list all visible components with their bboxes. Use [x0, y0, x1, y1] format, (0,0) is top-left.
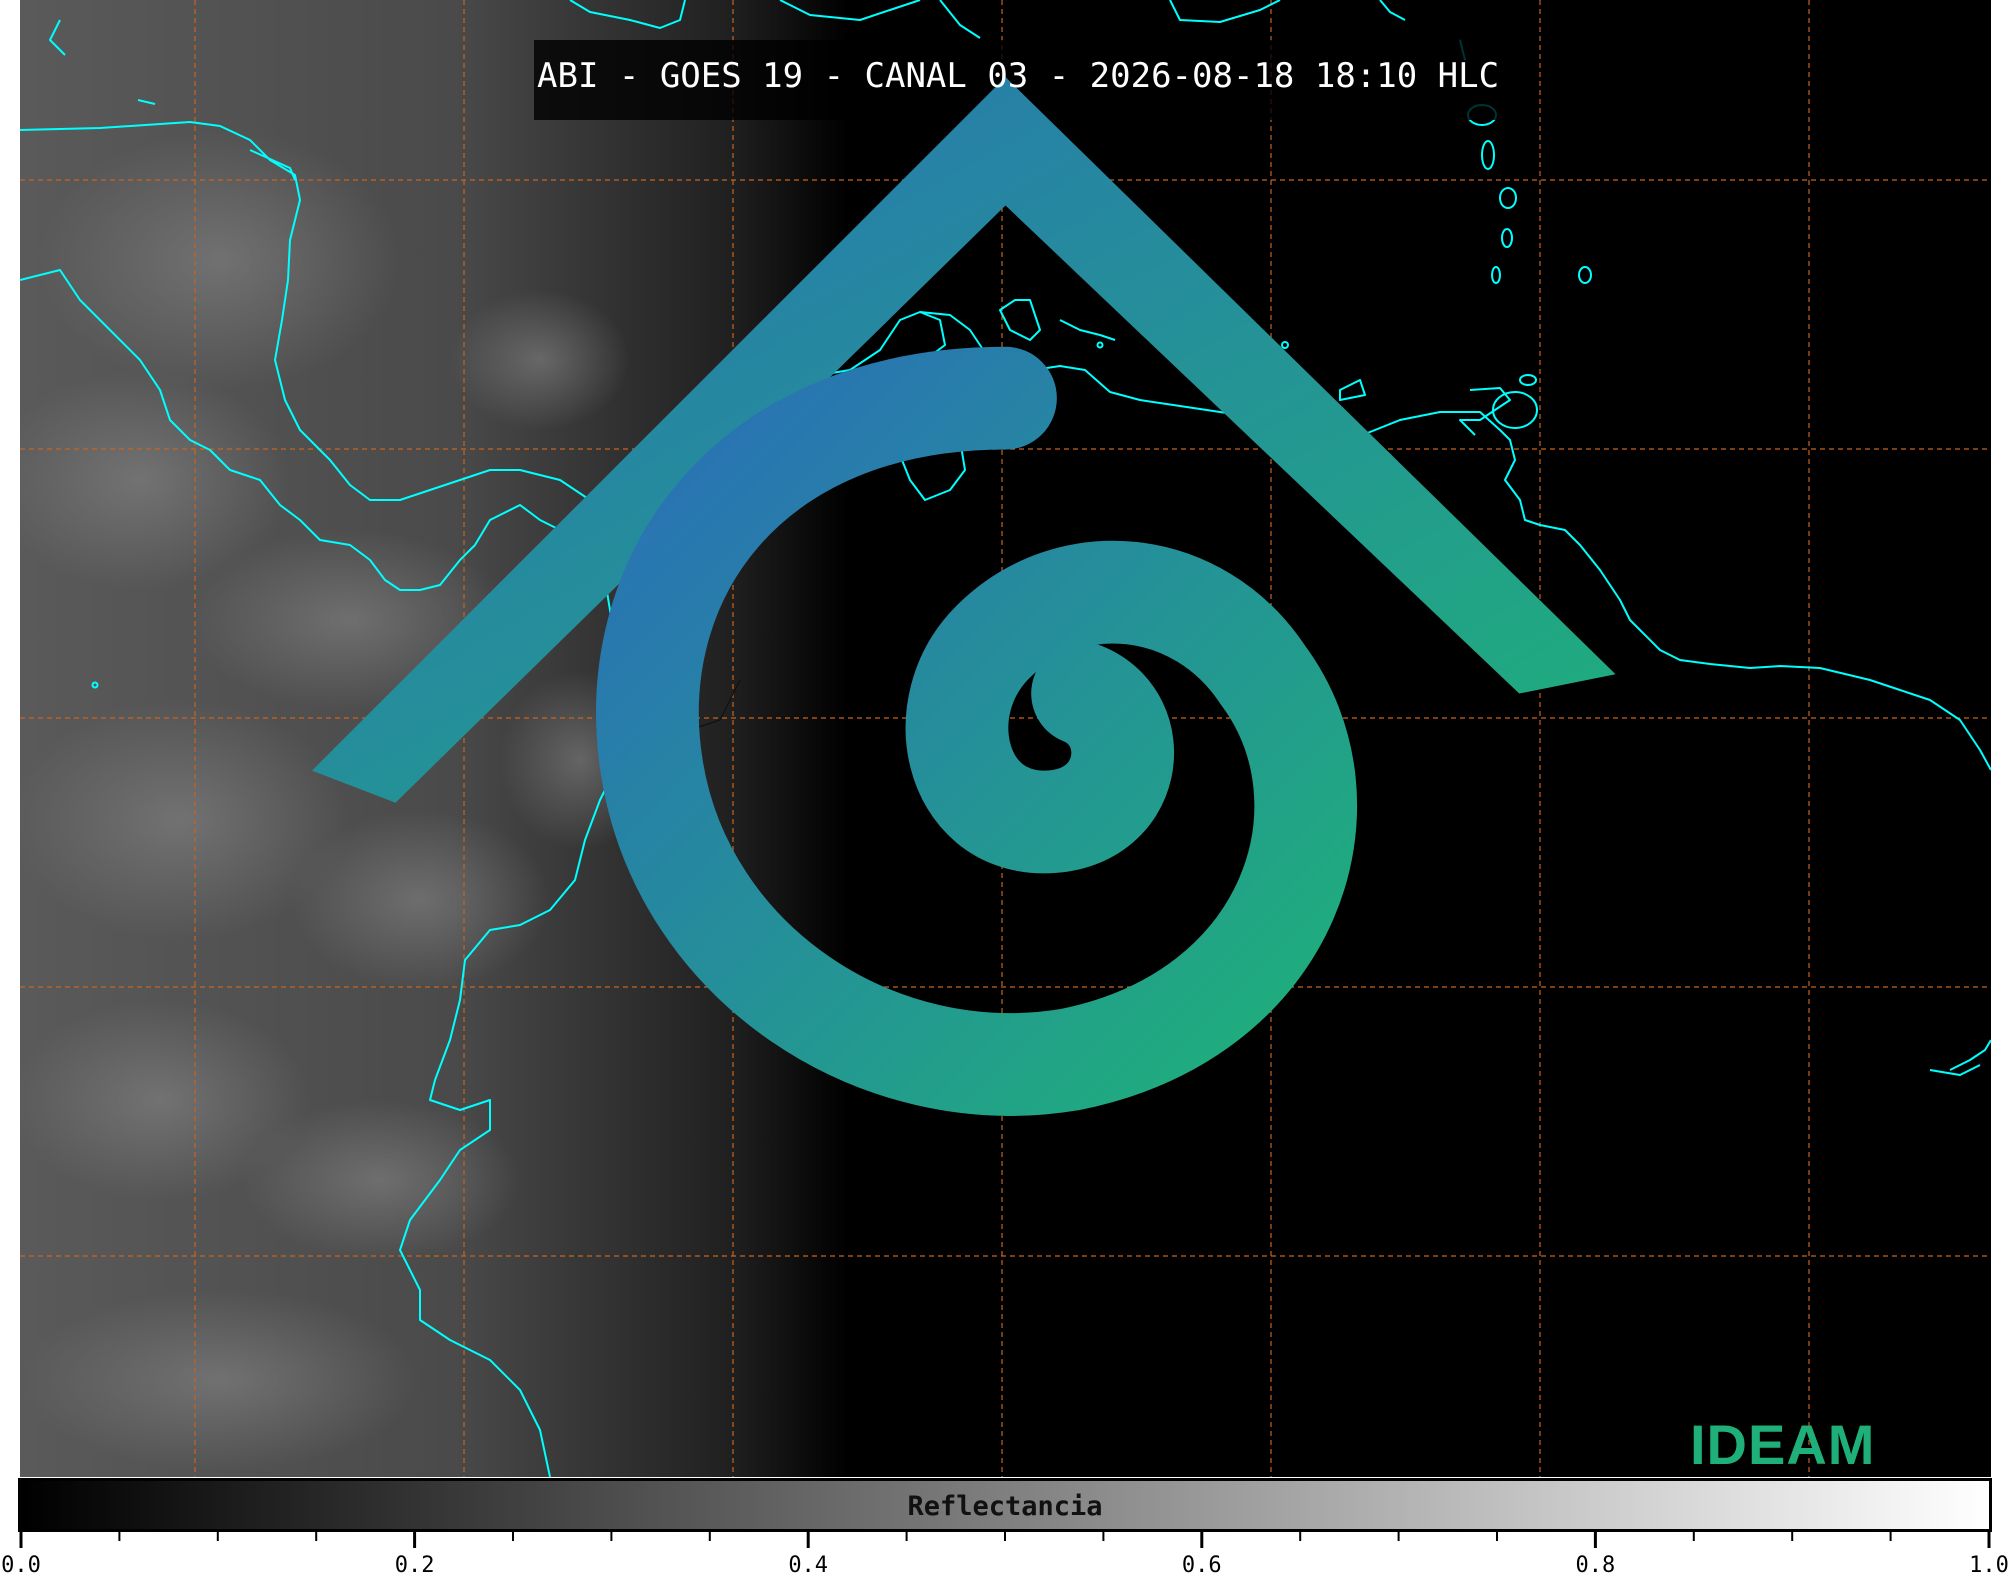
tick-label: 0.6	[1181, 1553, 1222, 1578]
tick-label: 0.8	[1575, 1553, 1616, 1578]
tick-label: 0.4	[788, 1553, 829, 1578]
ideam-logo	[311, 77, 1616, 1116]
tick-label: 0.2	[394, 1553, 435, 1578]
logo-text: IDEAM	[1690, 1413, 1876, 1476]
tick-label: 0.0	[1, 1553, 41, 1578]
colorbar-ticks	[19, 1532, 1991, 1548]
tick-label: 1.0	[1969, 1553, 2009, 1578]
map-title: ABI - GOES 19 - CANAL 03 - 2026-08-18 18…	[537, 56, 1500, 96]
satellite-map[interactable]	[20, 0, 1991, 1477]
colorbar: Reflectancia	[18, 1478, 1992, 1532]
colorbar-label: Reflectancia	[907, 1491, 1103, 1522]
